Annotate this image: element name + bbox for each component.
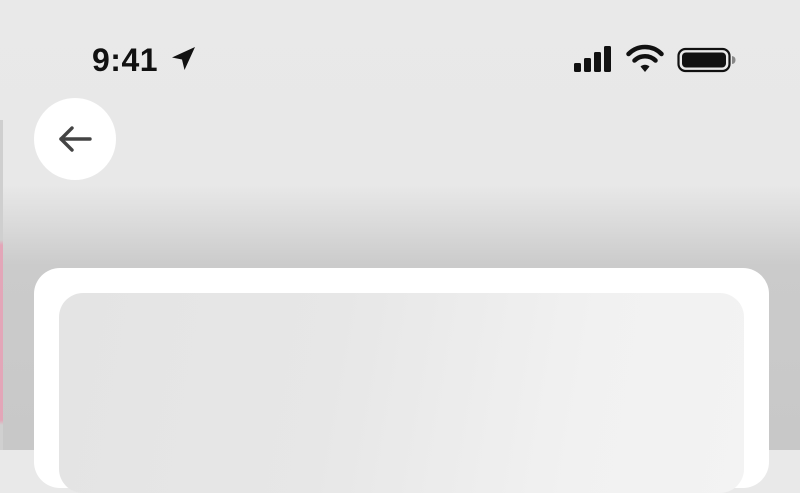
image-placeholder — [59, 293, 744, 493]
cellular-signal-icon — [574, 46, 611, 72]
edge-strip — [0, 120, 3, 450]
content-card — [34, 268, 769, 493]
battery-full-icon — [677, 47, 736, 73]
status-time: 9:41 — [92, 42, 159, 78]
wifi-icon — [626, 44, 664, 72]
status-bar: 9:41 — [0, 0, 800, 120]
arrow-left-icon — [59, 126, 92, 152]
back-button[interactable] — [34, 98, 116, 180]
location-arrow-icon — [172, 47, 195, 70]
